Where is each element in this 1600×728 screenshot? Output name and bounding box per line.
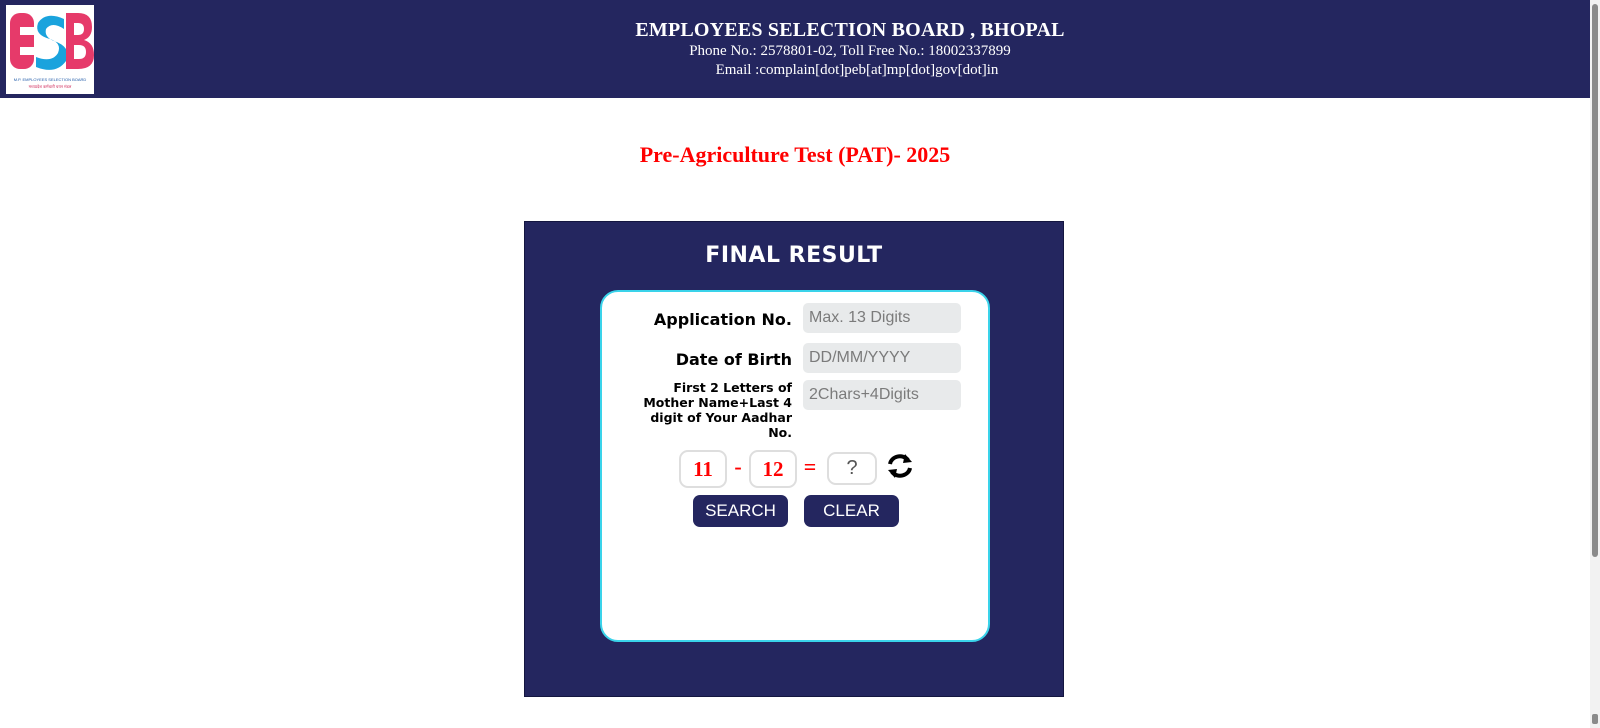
org-name: EMPLOYEES SELECTION BOARD , BHOPAL [635,19,1065,41]
logo-caption-en: M.P. EMPLOYEES SELECTION BOARD [13,77,87,82]
captcha-answer-input[interactable] [827,452,877,485]
captcha-equals: = [803,454,817,479]
exam-title: Pre-Agriculture Test (PAT)- 2025 [639,142,951,167]
esb-logo[interactable]: M.P. EMPLOYEES SELECTION BOARD मध्यप्रदे… [6,5,94,94]
dob-label: Date of Birth [675,350,792,369]
page: M.P. EMPLOYEES SELECTION BOARD मध्यप्रदे… [0,0,1600,728]
mother-aadhar-input[interactable] [803,380,961,410]
refresh-icon[interactable] [886,452,914,480]
org-info: EMPLOYEES SELECTION BOARD , BHOPAL Phone… [540,18,1160,80]
captcha-operand-2: 12 [749,450,797,488]
application-no-label: Application No. [653,310,792,329]
logo-caption-hi: मध्यप्रदेश कर्मचारी चयन मंडल [28,84,72,89]
clear-button[interactable]: CLEAR [804,495,899,527]
org-phone: Phone No.: 2578801-02, Toll Free No.: 18… [689,43,1011,59]
search-button[interactable]: SEARCH [693,495,788,527]
org-email: Email :complain[dot]peb[at]mp[dot]gov[do… [715,62,999,78]
application-no-input[interactable] [803,303,961,333]
dob-input[interactable] [803,343,961,373]
result-panel: FINAL RESULT Application No. Date of Bir… [524,221,1064,697]
result-form: Application No. Date of Birth First 2 Le… [600,290,990,642]
esb-logo-mark [10,13,94,70]
page-scrollbar[interactable] [1590,0,1600,728]
result-panel-title: FINAL RESULT [705,243,883,268]
mother-aadhar-label: First 2 Letters of Mother Name+Last 4 di… [643,380,792,440]
captcha-operand-1: 11 [679,450,727,488]
site-header: M.P. EMPLOYEES SELECTION BOARD मध्यप्रदे… [0,0,1590,98]
captcha-operator: - [734,454,742,479]
scrollbar-down-arrow[interactable] [1592,714,1598,724]
scrollbar-thumb[interactable] [1592,4,1598,557]
